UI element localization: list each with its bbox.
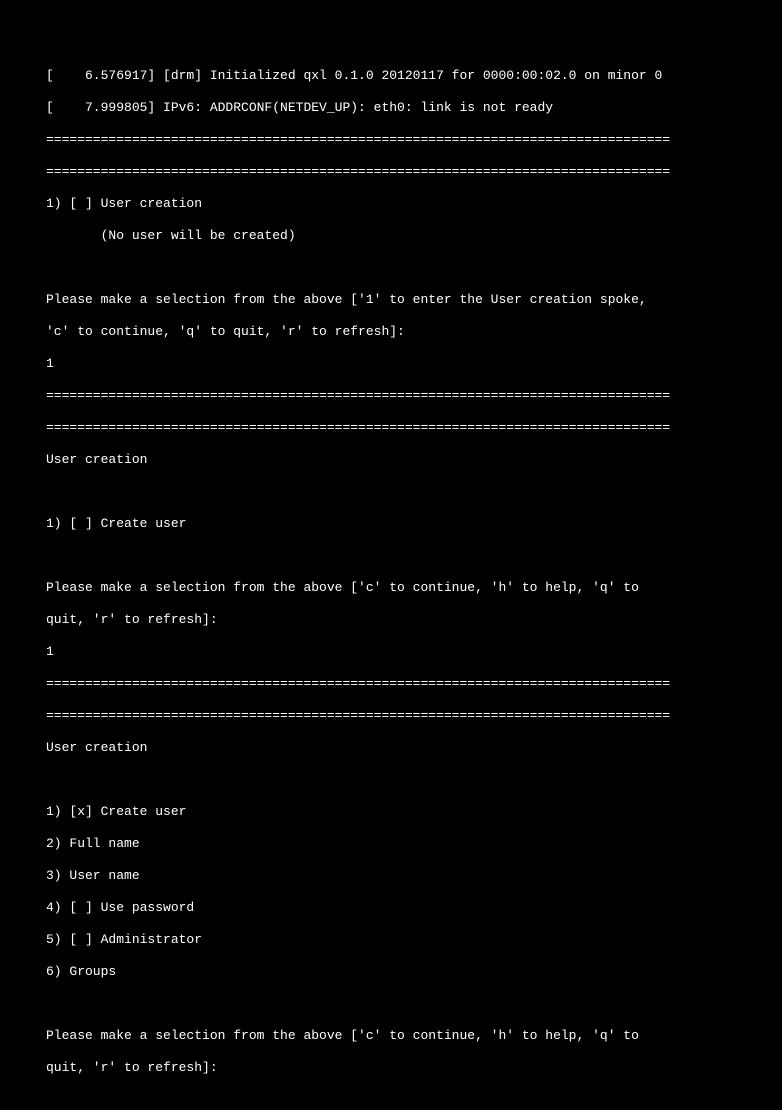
divider: ========================================… xyxy=(46,420,782,436)
menu-item-subtitle: (No user will be created) xyxy=(46,228,782,244)
menu-item: 6) Groups xyxy=(46,964,782,980)
divider: ========================================… xyxy=(46,708,782,724)
prompt-text: Please make a selection from the above [… xyxy=(46,292,782,308)
blank-line xyxy=(46,996,782,1012)
divider: ========================================… xyxy=(46,676,782,692)
section-title: User creation xyxy=(46,452,782,468)
menu-item: 3) User name xyxy=(46,868,782,884)
menu-item: 5) [ ] Administrator xyxy=(46,932,782,948)
blank-line xyxy=(46,772,782,788)
blank-line xyxy=(46,548,782,564)
section-title: User creation xyxy=(46,740,782,756)
prompt-text: Please make a selection from the above [… xyxy=(46,580,782,596)
menu-item: 4) [ ] Use password xyxy=(46,900,782,916)
boot-message: [ 7.999805] IPv6: ADDRCONF(NETDEV_UP): e… xyxy=(46,100,782,116)
prompt-text: 'c' to continue, 'q' to quit, 'r' to ref… xyxy=(46,324,782,340)
blank-line xyxy=(46,260,782,276)
boot-message: [ 6.576917] [drm] Initialized qxl 0.1.0 … xyxy=(46,68,782,84)
user-input[interactable]: 1 xyxy=(46,644,782,660)
divider: ========================================… xyxy=(46,388,782,404)
menu-item: 1) [ ] Create user xyxy=(46,516,782,532)
blank-line xyxy=(46,484,782,500)
divider: ========================================… xyxy=(46,132,782,148)
divider: ========================================… xyxy=(46,164,782,180)
menu-item: 1) [x] Create user xyxy=(46,804,782,820)
prompt-text: quit, 'r' to refresh]: xyxy=(46,1060,782,1076)
menu-item: 1) [ ] User creation xyxy=(46,196,782,212)
prompt-text: Please make a selection from the above [… xyxy=(46,1028,782,1044)
user-input[interactable]: 1 xyxy=(46,356,782,372)
menu-item: 2) Full name xyxy=(46,836,782,852)
prompt-text: quit, 'r' to refresh]: xyxy=(46,612,782,628)
